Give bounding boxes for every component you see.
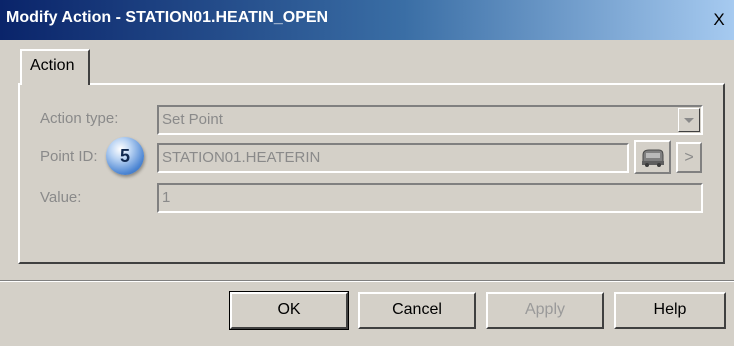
value-input-value: 1 [162,189,171,206]
point-id-label: Point ID: [40,148,98,165]
step-number-badge: 5 [106,137,144,175]
browse-arrow-button[interactable]: > [676,142,702,173]
cancel-button[interactable]: Cancel [358,292,476,329]
chevron-down-icon [684,117,694,123]
ok-button[interactable]: OK [229,291,349,330]
modify-action-dialog: Modify Action - STATION01.HEATIN_OPEN X … [0,0,734,346]
tab-action-label: Action [30,57,75,74]
close-icon[interactable]: X [708,10,730,30]
action-type-label: Action type: [40,110,119,127]
action-type-value: Set Point [162,111,223,128]
point-id-value: STATION01.HEATERIN [162,149,321,166]
title-bar[interactable]: Modify Action - STATION01.HEATIN_OPEN X [0,0,734,40]
divider-highlight [0,281,734,282]
tab-action[interactable]: Action [20,49,90,85]
action-type-select[interactable]: Set Point [157,105,703,135]
value-field[interactable]: 1 [157,183,703,213]
help-button[interactable]: Help [614,292,726,329]
action-type-dropdown-button[interactable] [678,108,700,132]
apply-button[interactable]: Apply [486,292,604,329]
value-label: Value: [40,189,82,206]
dialog-title: Modify Action - STATION01.HEATIN_OPEN [6,9,329,26]
point-browser-button[interactable] [634,140,671,174]
chevron-right-icon: > [684,148,694,166]
point-id-field[interactable]: STATION01.HEATERIN [157,143,629,173]
point-browser-icon [641,149,664,167]
